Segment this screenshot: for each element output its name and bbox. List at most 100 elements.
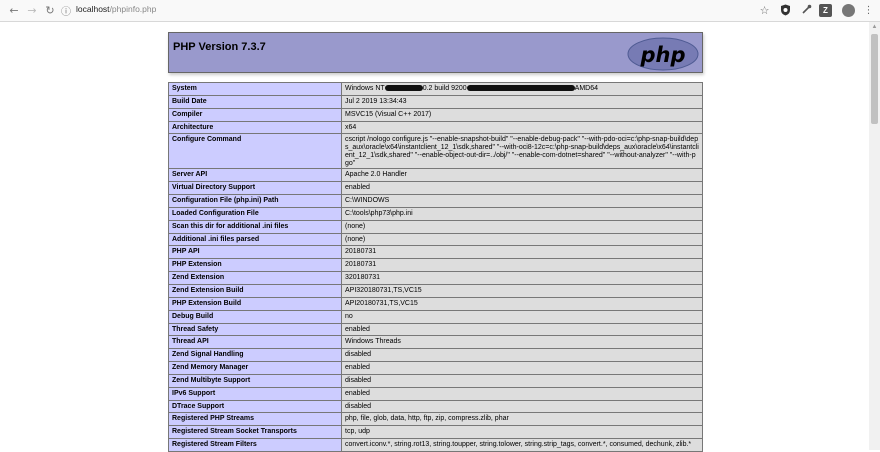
table-row: Virtual Directory Support enabled: [168, 181, 703, 196]
row-value: 20180731: [341, 245, 703, 260]
url-path: /phpinfo.php: [109, 4, 157, 14]
row-label: Architecture: [168, 120, 342, 135]
row-label: Additional .ini files parsed: [168, 232, 342, 247]
extension-icon[interactable]: Z: [819, 4, 832, 17]
scroll-up-icon[interactable]: ▲: [871, 24, 878, 30]
phpinfo-header: PHP Version 7.3.7 php: [168, 32, 703, 73]
table-row: Configure Command cscript /nologo configu…: [168, 133, 703, 170]
table-row: PHP Extension 20180731: [168, 258, 703, 273]
row-label: Configure Command: [168, 133, 342, 170]
table-row: Registered PHP Streams php, file, glob, d…: [168, 412, 703, 427]
row-value: enabled: [341, 386, 703, 401]
table-row: PHP API 20180731: [168, 245, 703, 260]
row-label: Configuration File (php.ini) Path: [168, 194, 342, 208]
row-label: DTrace Support: [168, 399, 342, 414]
row-value: disabled: [341, 348, 703, 363]
row-label: Thread API: [168, 335, 342, 350]
row-value: tcp, udp: [341, 425, 703, 440]
row-label: Zend Memory Manager: [168, 361, 342, 375]
row-value: no: [341, 309, 703, 324]
table-row: Build Date Jul 2 2019 13:34:43: [168, 94, 703, 109]
forward-arrow-icon[interactable]: →: [24, 3, 40, 19]
table-row: Scan this dir for additional .ini files(…: [168, 219, 703, 234]
row-label: Thread Safety: [168, 322, 342, 337]
row-value: C:\tools\php73\php.ini: [341, 206, 703, 221]
redaction-bar: [466, 85, 575, 92]
table-row: IPv6 Support enabled: [168, 386, 703, 401]
reload-icon[interactable]: ↻: [42, 3, 58, 19]
row-label: Loaded Configuration File: [168, 206, 342, 221]
row-label: Registered PHP Streams: [168, 412, 342, 427]
row-value: x64: [341, 120, 703, 135]
table-row: Architecture x64: [168, 120, 703, 135]
row-value: (none): [341, 232, 703, 247]
row-value: cscript /nologo configure.js "--enable-s…: [341, 133, 703, 170]
row-label: PHP API: [168, 245, 342, 260]
row-label: System: [168, 82, 342, 96]
row-label: Build Date: [168, 94, 342, 109]
row-value: API20180731,TS,VC15: [341, 296, 703, 311]
table-row: Server API Apache 2.0 Handler: [168, 168, 703, 183]
back-arrow-icon[interactable]: ←: [6, 3, 22, 19]
table-row: Zend Memory Manager enabled: [168, 361, 703, 375]
row-value: MSVC15 (Visual C++ 2017): [341, 107, 703, 122]
browser-toolbar: ← → ↻ ⓘ localhost/phpinfo.php ☆ Z ⋮: [0, 0, 880, 22]
page-title: PHP Version 7.3.7: [173, 41, 266, 53]
address-bar[interactable]: localhost/phpinfo.php: [76, 4, 156, 14]
redaction-bar: [384, 85, 423, 92]
row-value: disabled: [341, 373, 703, 388]
row-label: Compiler: [168, 107, 342, 122]
scrollbar[interactable]: ▲: [869, 22, 880, 450]
eyedropper-icon[interactable]: [800, 4, 813, 17]
row-value: php, file, glob, data, http, ftp, zip, c…: [341, 412, 703, 427]
row-label: Server API: [168, 168, 342, 183]
row-label: PHP Extension Build: [168, 296, 342, 311]
row-label: Registered Stream Socket Transports: [168, 425, 342, 440]
table-row: Zend Signal Handling disabled: [168, 348, 703, 363]
table-row: Zend Extension Build API320180731,TS,VC15: [168, 283, 703, 298]
table-row: DTrace Support disabled: [168, 399, 703, 414]
row-label: Zend Extension Build: [168, 283, 342, 298]
row-value: Jul 2 2019 13:34:43: [341, 94, 703, 109]
table-row: Configuration File (php.ini) Path C:\WIND…: [168, 194, 703, 208]
shield-extension-icon[interactable]: [779, 4, 792, 17]
row-value: (none): [341, 219, 703, 234]
row-value: C:\WINDOWS: [341, 194, 703, 208]
star-icon[interactable]: ☆: [758, 4, 771, 17]
row-value: enabled: [341, 322, 703, 337]
row-value: 20180731: [341, 258, 703, 273]
table-row: System Windows NT 0.2 build 9200 AMD64: [168, 82, 703, 96]
phpinfo-content: PHP Version 7.3.7 php System Windows NT 0.…: [168, 32, 703, 452]
row-value: disabled: [341, 399, 703, 414]
system-value-suffix: AMD64: [574, 85, 599, 92]
system-value-mid: 0.2 build 9200: [422, 85, 467, 92]
row-value: enabled: [341, 361, 703, 375]
row-label: Virtual Directory Support: [168, 181, 342, 196]
row-label: Zend Extension: [168, 271, 342, 285]
info-icon[interactable]: ⓘ: [61, 3, 71, 18]
menu-dots-icon[interactable]: ⋮: [862, 4, 875, 17]
table-row: Compiler MSVC15 (Visual C++ 2017): [168, 107, 703, 122]
phpinfo-table: System Windows NT 0.2 build 9200 AMD64 Build…: [168, 82, 703, 452]
row-label: Debug Build: [168, 309, 342, 324]
row-value: Apache 2.0 Handler: [341, 168, 703, 183]
system-value-prefix: Windows NT: [345, 85, 385, 92]
table-row: Additional .ini files parsed (none): [168, 232, 703, 247]
scrollbar-thumb[interactable]: [871, 34, 878, 124]
row-value: API320180731,TS,VC15: [341, 283, 703, 298]
row-label: Zend Signal Handling: [168, 348, 342, 363]
row-value: Windows NT 0.2 build 9200 AMD64: [341, 82, 703, 96]
row-value: Windows Threads: [341, 335, 703, 350]
row-label: PHP Extension: [168, 258, 342, 273]
table-row: Thread Safety enabled: [168, 322, 703, 337]
row-label: IPv6 Support: [168, 386, 342, 401]
table-row: Loaded Configuration File C:\tools\php73\…: [168, 206, 703, 221]
row-value: 320180731: [341, 271, 703, 285]
url-host: localhost: [76, 4, 110, 14]
table-row: Debug Build no: [168, 309, 703, 324]
row-label: Scan this dir for additional .ini files: [168, 219, 342, 234]
table-row: Zend Extension 320180731: [168, 271, 703, 285]
profile-avatar-icon[interactable]: [842, 4, 855, 17]
row-label: Zend Multibyte Support: [168, 373, 342, 388]
php-logo-icon: php: [627, 37, 699, 71]
